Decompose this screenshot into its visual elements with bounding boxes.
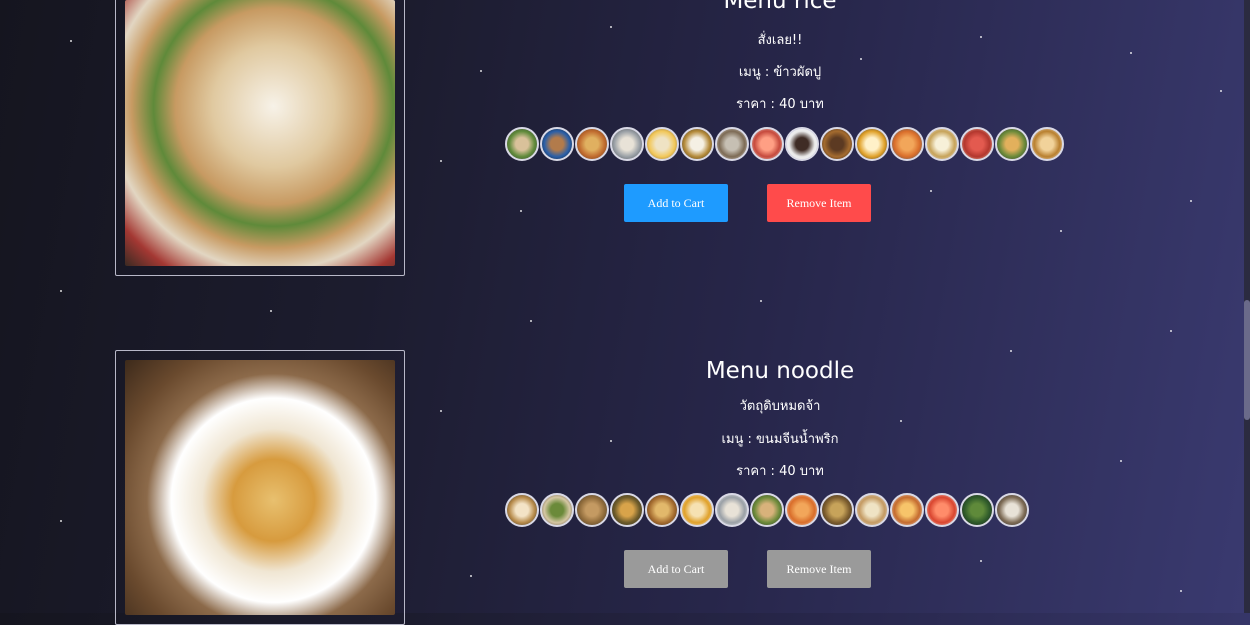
menu-price: ราคา : 40 บาท	[736, 464, 824, 479]
crab-fried-rice-photo	[125, 0, 395, 266]
dish-thumbnail[interactable]	[995, 493, 1029, 527]
page-scrollbar-thumb[interactable]	[1244, 300, 1250, 420]
dish-thumbnail-row	[505, 493, 1065, 529]
dish-thumbnail[interactable]	[820, 127, 854, 161]
add-to-cart-button[interactable]: Add to Cart	[624, 184, 728, 222]
menu-title: Menu rice	[723, 0, 837, 14]
remove-item-button-disabled[interactable]: Remove Item	[767, 550, 871, 588]
menu-name: เมนู : ข้าวผัดปู	[738, 65, 822, 80]
dish-thumbnail[interactable]	[785, 493, 819, 527]
menu-price: ราคา : 40 บาท	[736, 97, 824, 112]
khanom-jeen-nam-prik-photo	[125, 360, 395, 615]
dish-thumbnail[interactable]	[715, 127, 749, 161]
availability-status: วัตถุดิบหมดจ้า	[739, 399, 821, 414]
dish-thumbnail[interactable]	[645, 493, 679, 527]
dish-thumbnail[interactable]	[540, 127, 574, 161]
dish-thumbnail[interactable]	[505, 493, 539, 527]
noodle-dish-photo-frame	[115, 350, 405, 625]
dish-thumbnail[interactable]	[890, 127, 924, 161]
dish-thumbnail[interactable]	[610, 493, 644, 527]
dish-thumbnail-row	[505, 127, 1065, 163]
dish-thumbnail[interactable]	[890, 493, 924, 527]
dish-thumbnail[interactable]	[540, 493, 574, 527]
dish-thumbnail[interactable]	[960, 493, 994, 527]
remove-item-button[interactable]: Remove Item	[767, 184, 871, 222]
dish-thumbnail[interactable]	[680, 127, 714, 161]
rice-dish-photo-frame	[115, 0, 405, 276]
dish-thumbnail[interactable]	[750, 493, 784, 527]
dish-thumbnail[interactable]	[505, 127, 539, 161]
dish-thumbnail[interactable]	[960, 127, 994, 161]
dish-thumbnail[interactable]	[925, 127, 959, 161]
dish-thumbnail[interactable]	[855, 493, 889, 527]
dish-thumbnail[interactable]	[995, 127, 1029, 161]
dish-thumbnail[interactable]	[855, 127, 889, 161]
dish-thumbnail[interactable]	[645, 127, 679, 161]
dish-thumbnail[interactable]	[715, 493, 749, 527]
menu-title: Menu noodle	[705, 358, 855, 384]
dish-thumbnail[interactable]	[575, 493, 609, 527]
availability-status: สั่งเลย!!	[757, 33, 803, 48]
dish-thumbnail[interactable]	[680, 493, 714, 527]
add-to-cart-button-disabled[interactable]: Add to Cart	[624, 550, 728, 588]
dish-thumbnail[interactable]	[785, 127, 819, 161]
menu-rice-info: Menu rice สั่งเลย!! เมนู : ข้าวผัดปู ราค…	[460, 0, 1100, 270]
dish-thumbnail[interactable]	[925, 493, 959, 527]
dish-thumbnail[interactable]	[750, 127, 784, 161]
dish-thumbnail[interactable]	[610, 127, 644, 161]
dish-thumbnail[interactable]	[575, 127, 609, 161]
dish-thumbnail[interactable]	[1030, 127, 1064, 161]
menu-noodle-info: Menu noodle วัตถุดิบหมดจ้า เมนู : ขนมจีน…	[460, 350, 1100, 610]
dish-thumbnail[interactable]	[820, 493, 854, 527]
menu-name: เมนู : ขนมจีนน้ำพริก	[721, 432, 839, 447]
